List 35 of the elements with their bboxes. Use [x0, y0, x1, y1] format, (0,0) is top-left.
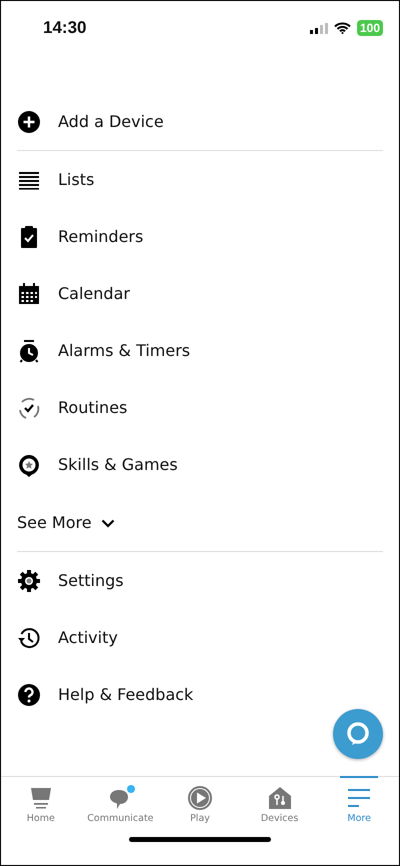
- speech-ring-icon: [345, 721, 371, 747]
- menu-item[interactable]: Reminders: [1, 208, 399, 265]
- see-more-toggle[interactable]: See More: [1, 493, 399, 551]
- voice-assistant-button[interactable]: [333, 709, 383, 759]
- house-icon: [268, 786, 292, 810]
- menu-item[interactable]: Routines: [1, 379, 399, 436]
- nav-tab[interactable]: Home: [1, 777, 81, 835]
- nav-tab[interactable]: Devices: [240, 777, 320, 835]
- chevron-icon: [100, 518, 115, 528]
- nav-tab[interactable]: More: [319, 777, 399, 835]
- menu-item[interactable]: Calendar: [1, 265, 399, 322]
- menu-item[interactable]: Lists: [1, 151, 399, 208]
- menu-item[interactable]: Settings: [1, 552, 399, 609]
- play-icon: [186, 785, 213, 811]
- calendar-icon: [17, 282, 41, 306]
- status-time: 14:30: [43, 18, 86, 38]
- menu-icon: [347, 786, 372, 810]
- help-icon: [17, 682, 41, 706]
- nav-tab[interactable]: Play: [160, 777, 240, 835]
- menu-item[interactable]: Help & Feedback: [1, 666, 399, 723]
- cycle-check-icon: [17, 396, 41, 420]
- menu-item[interactable]: Activity: [1, 609, 399, 666]
- add-device-item[interactable]: Add a Device: [1, 93, 399, 150]
- alarm-clock-icon: [17, 338, 41, 362]
- nav-tab[interactable]: Communicate: [80, 777, 160, 835]
- signal-icon: [310, 22, 328, 34]
- menu-item[interactable]: Alarms & Timers: [1, 322, 399, 379]
- history-icon: [17, 626, 41, 650]
- battery-level: 100: [356, 20, 383, 36]
- star-bubble-icon: [17, 452, 41, 476]
- settings-icon: [17, 568, 41, 592]
- plus-icon: [17, 110, 41, 134]
- menu-item[interactable]: Skills & Games: [1, 436, 399, 493]
- speaker-icon: [28, 786, 53, 810]
- wifi-icon: [334, 22, 351, 34]
